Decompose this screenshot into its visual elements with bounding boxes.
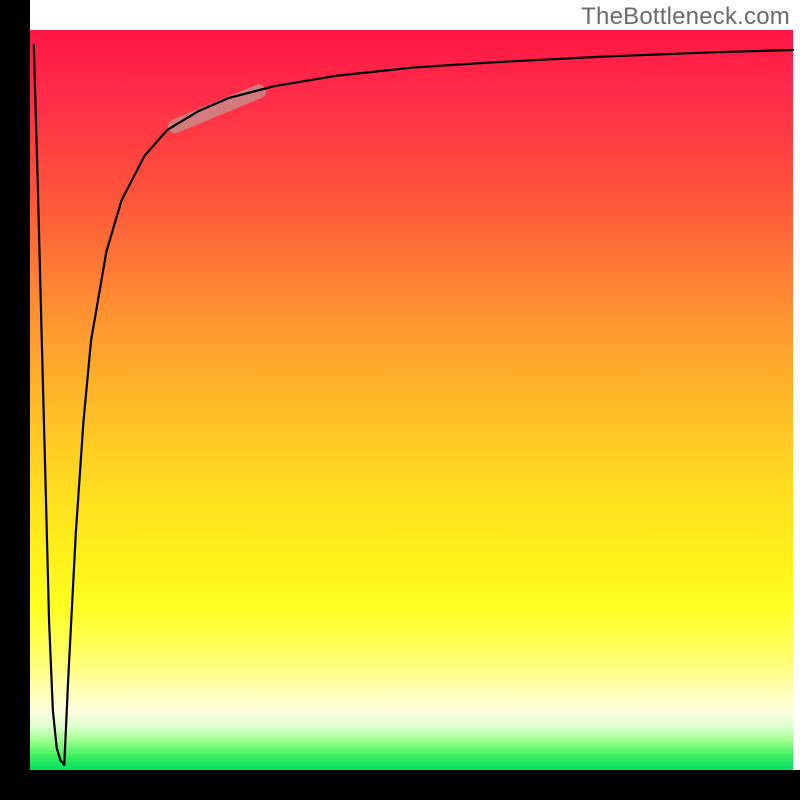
chart-frame: TheBottleneck.com: [0, 0, 800, 800]
highlight-segment: [175, 91, 259, 126]
chart-svg: [30, 30, 793, 770]
x-axis: [0, 770, 800, 800]
right-margin: [793, 0, 800, 770]
data-curve: [34, 45, 793, 765]
y-axis: [0, 0, 30, 800]
watermark-text: TheBottleneck.com: [581, 3, 790, 31]
